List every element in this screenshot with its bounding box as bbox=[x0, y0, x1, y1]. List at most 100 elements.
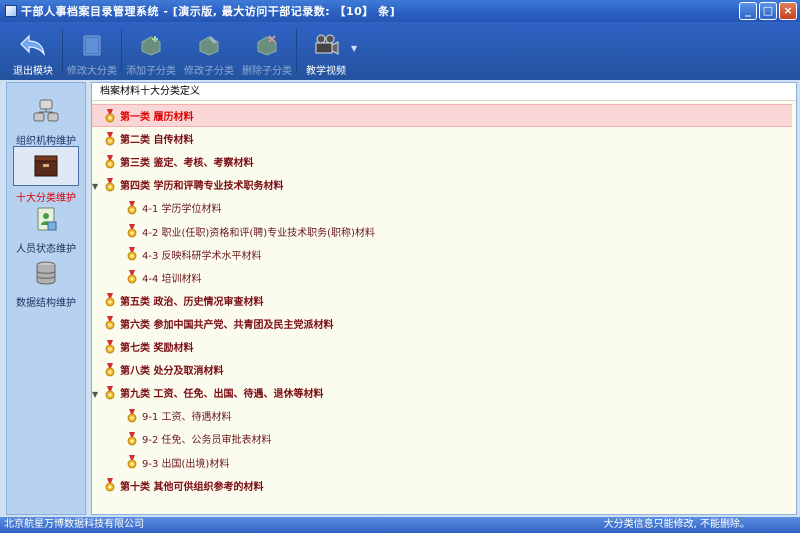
close-button[interactable]: × bbox=[779, 2, 797, 20]
nav-item-label: 组织机构维护 bbox=[16, 136, 76, 147]
delete-subcategory-icon bbox=[252, 32, 282, 58]
medal-icon bbox=[127, 224, 137, 238]
category-panel: 档案材料十大分类定义 第一类 履历材料 第二类 自传材料第三类 鉴定、考核、考察材… bbox=[91, 82, 797, 515]
exit-module-button[interactable]: 退出模块 bbox=[4, 22, 62, 80]
minimize-button[interactable]: _ bbox=[739, 2, 757, 20]
chevron-down-icon[interactable]: ▼ bbox=[351, 44, 357, 53]
medal-icon bbox=[105, 154, 115, 169]
nav-item-ten-categories[interactable]: 十大分类维护 bbox=[7, 146, 85, 204]
tutorial-video-label: 教学视频 bbox=[306, 66, 346, 77]
tree-row-label: 第一类 履历材料 bbox=[120, 112, 194, 123]
status-bar: 北京航星万博数据科技有限公司 大分类信息只能修改, 不能删除。 bbox=[0, 517, 800, 533]
tree-row-label: 第八类 处分及取消材料 bbox=[120, 366, 224, 378]
nav-item-label: 人员状态维护 bbox=[16, 244, 76, 255]
medal-icon bbox=[105, 478, 115, 492]
exit-module-label: 退出模块 bbox=[13, 66, 53, 77]
nav-item-label: 十大分类维护 bbox=[16, 193, 76, 204]
add-subcategory-button[interactable]: 添加子分类 bbox=[122, 22, 180, 80]
tree-row-label: 第七类 奖励材料 bbox=[120, 343, 194, 354]
tree-subcategory-row[interactable]: 9-2 任免、公务员审批表材料 bbox=[92, 427, 792, 450]
window-controls: _ □ × bbox=[739, 2, 797, 20]
left-navigation: 组织机构维护 十大分类维护 人员状态维护 数据结构维护 bbox=[6, 82, 86, 515]
medal-icon bbox=[105, 362, 115, 376]
delete-subcategory-button[interactable]: 删除子分类 bbox=[238, 22, 296, 80]
tree-row-label: 第三类 鉴定、考核、考察材料 bbox=[120, 158, 254, 170]
nav-item-organization[interactable]: 组织机构维护 bbox=[7, 95, 85, 147]
tree-category-row[interactable]: 第六类 参加中国共产党、共青团及民主党派材料 bbox=[92, 312, 792, 335]
tree-category-row[interactable]: 第三类 鉴定、考核、考察材料 bbox=[92, 150, 792, 173]
tree-category-row[interactable]: ▼ 第九类 工资、任免、出国、待遇、退休等材料 bbox=[92, 381, 792, 404]
tree-category-row[interactable]: 第十类 其他可供组织参考的材料 bbox=[92, 474, 792, 497]
book-edit-icon bbox=[77, 32, 107, 58]
tree-indent: ▼ bbox=[92, 386, 104, 400]
add-subcategory-icon bbox=[136, 32, 166, 58]
edit-subcategory-label: 修改子分类 bbox=[184, 66, 234, 77]
expand-toggle-icon[interactable]: ▼ bbox=[92, 182, 98, 191]
tree-row-label: 第九类 工资、任免、出国、待遇、退休等材料 bbox=[120, 389, 324, 401]
database-icon bbox=[28, 257, 64, 291]
tree-category-row[interactable]: ▼ 第四类 学历和评聘专业技术职务材料 bbox=[92, 173, 792, 196]
app-icon bbox=[5, 5, 17, 17]
medal-icon bbox=[105, 131, 115, 145]
medal-icon bbox=[105, 108, 115, 122]
tree-indent: ▼ bbox=[92, 178, 104, 192]
medal-icon bbox=[105, 293, 115, 307]
edit-category-button[interactable]: 修改大分类 bbox=[63, 22, 121, 80]
toolbar: 退出模块 修改大分类 添加子分类 修改子分类 删除子分类 教学视频 ▼ bbox=[0, 22, 800, 80]
medal-icon bbox=[105, 316, 115, 330]
edit-category-label: 修改大分类 bbox=[67, 66, 117, 77]
tree-category-row[interactable]: 第二类 自传材料 bbox=[92, 127, 792, 150]
tree-subcategory-row[interactable]: 4-4 培训材料 bbox=[92, 266, 792, 289]
expand-toggle-icon[interactable]: ▼ bbox=[92, 390, 98, 399]
tree-row-label: 4-2 职业(任职)资格和评(聘)专业技术职务(职称)材料 bbox=[142, 227, 375, 239]
tree-row-label: 4-3 反映科研学术水平材料 bbox=[142, 250, 262, 262]
tree-row-label: 4-1 学历学位材料 bbox=[142, 204, 222, 216]
window-title: 干部人事档案目录管理系统 - [演示版, 最大访问干部记录数: 【10】 条] bbox=[21, 5, 396, 18]
tree-row-label: 第二类 自传材料 bbox=[120, 135, 194, 147]
tree-row-label: 第四类 学历和评聘专业技术职务材料 bbox=[120, 181, 284, 193]
tree-row-label: 第五类 政治、历史情况审查材料 bbox=[120, 296, 264, 308]
tree-row-label: 第十类 其他可供组织参考的材料 bbox=[120, 481, 264, 493]
tree-row-label: 9-2 任免、公务员审批表材料 bbox=[142, 435, 272, 447]
archive-box-icon bbox=[28, 149, 64, 183]
tree-row-label: 9-1 工资、待遇材料 bbox=[142, 412, 232, 424]
edit-subcategory-button[interactable]: 修改子分类 bbox=[180, 22, 238, 80]
tree-category-row[interactable]: 第七类 奖励材料 bbox=[92, 335, 792, 358]
tree-subcategory-row[interactable]: 4-1 学历学位材料 bbox=[92, 196, 792, 219]
tree-category-row[interactable]: 第八类 处分及取消材料 bbox=[92, 358, 792, 381]
nav-item-highlight bbox=[13, 146, 79, 186]
panel-header: 档案材料十大分类定义 bbox=[92, 83, 796, 101]
tree-row-label: 第六类 参加中国共产党、共青团及民主党派材料 bbox=[120, 319, 334, 331]
video-camera-icon bbox=[311, 32, 341, 58]
medal-icon bbox=[105, 385, 115, 400]
medal-icon bbox=[127, 270, 137, 284]
tree-subcategory-row[interactable]: 4-2 职业(任职)资格和评(聘)专业技术职务(职称)材料 bbox=[92, 220, 792, 243]
person-status-icon bbox=[28, 203, 64, 237]
tree-row-label: 9-3 出国(出境)材料 bbox=[142, 458, 230, 470]
exit-back-arrow-icon bbox=[18, 32, 48, 58]
tree-category-row[interactable]: 第五类 政治、历史情况审查材料 bbox=[92, 289, 792, 312]
medal-icon bbox=[127, 455, 137, 469]
tutorial-video-button[interactable]: 教学视频 bbox=[297, 22, 355, 80]
medal-icon bbox=[127, 408, 137, 423]
company-name: 北京航星万博数据科技有限公司 bbox=[4, 519, 144, 530]
tree-subcategory-row[interactable]: 4-3 反映科研学术水平材料 bbox=[92, 243, 792, 266]
tree-subcategory-row[interactable]: 9-3 出国(出境)材料 bbox=[92, 451, 792, 474]
maximize-button[interactable]: □ bbox=[759, 2, 777, 20]
medal-icon bbox=[127, 200, 137, 215]
organization-icon bbox=[28, 95, 64, 129]
tree-category-row[interactable]: 第一类 履历材料 bbox=[92, 104, 792, 127]
status-message: 大分类信息只能修改, 不能删除。 bbox=[603, 519, 750, 530]
medal-icon bbox=[105, 339, 115, 353]
medal-icon bbox=[127, 247, 137, 261]
nav-item-data-structure[interactable]: 数据结构维护 bbox=[7, 257, 85, 309]
tree-subcategory-row[interactable]: 9-1 工资、待遇材料 bbox=[92, 404, 792, 427]
medal-icon bbox=[127, 431, 137, 446]
tree-row-label: 4-4 培训材料 bbox=[142, 273, 202, 285]
add-subcategory-label: 添加子分类 bbox=[126, 66, 176, 77]
medal-icon bbox=[105, 177, 115, 192]
nav-item-person-status[interactable]: 人员状态维护 bbox=[7, 203, 85, 255]
title-bar: 干部人事档案目录管理系统 - [演示版, 最大访问干部记录数: 【10】 条] … bbox=[0, 0, 800, 22]
edit-subcategory-icon bbox=[194, 32, 224, 58]
delete-subcategory-label: 删除子分类 bbox=[242, 66, 292, 77]
